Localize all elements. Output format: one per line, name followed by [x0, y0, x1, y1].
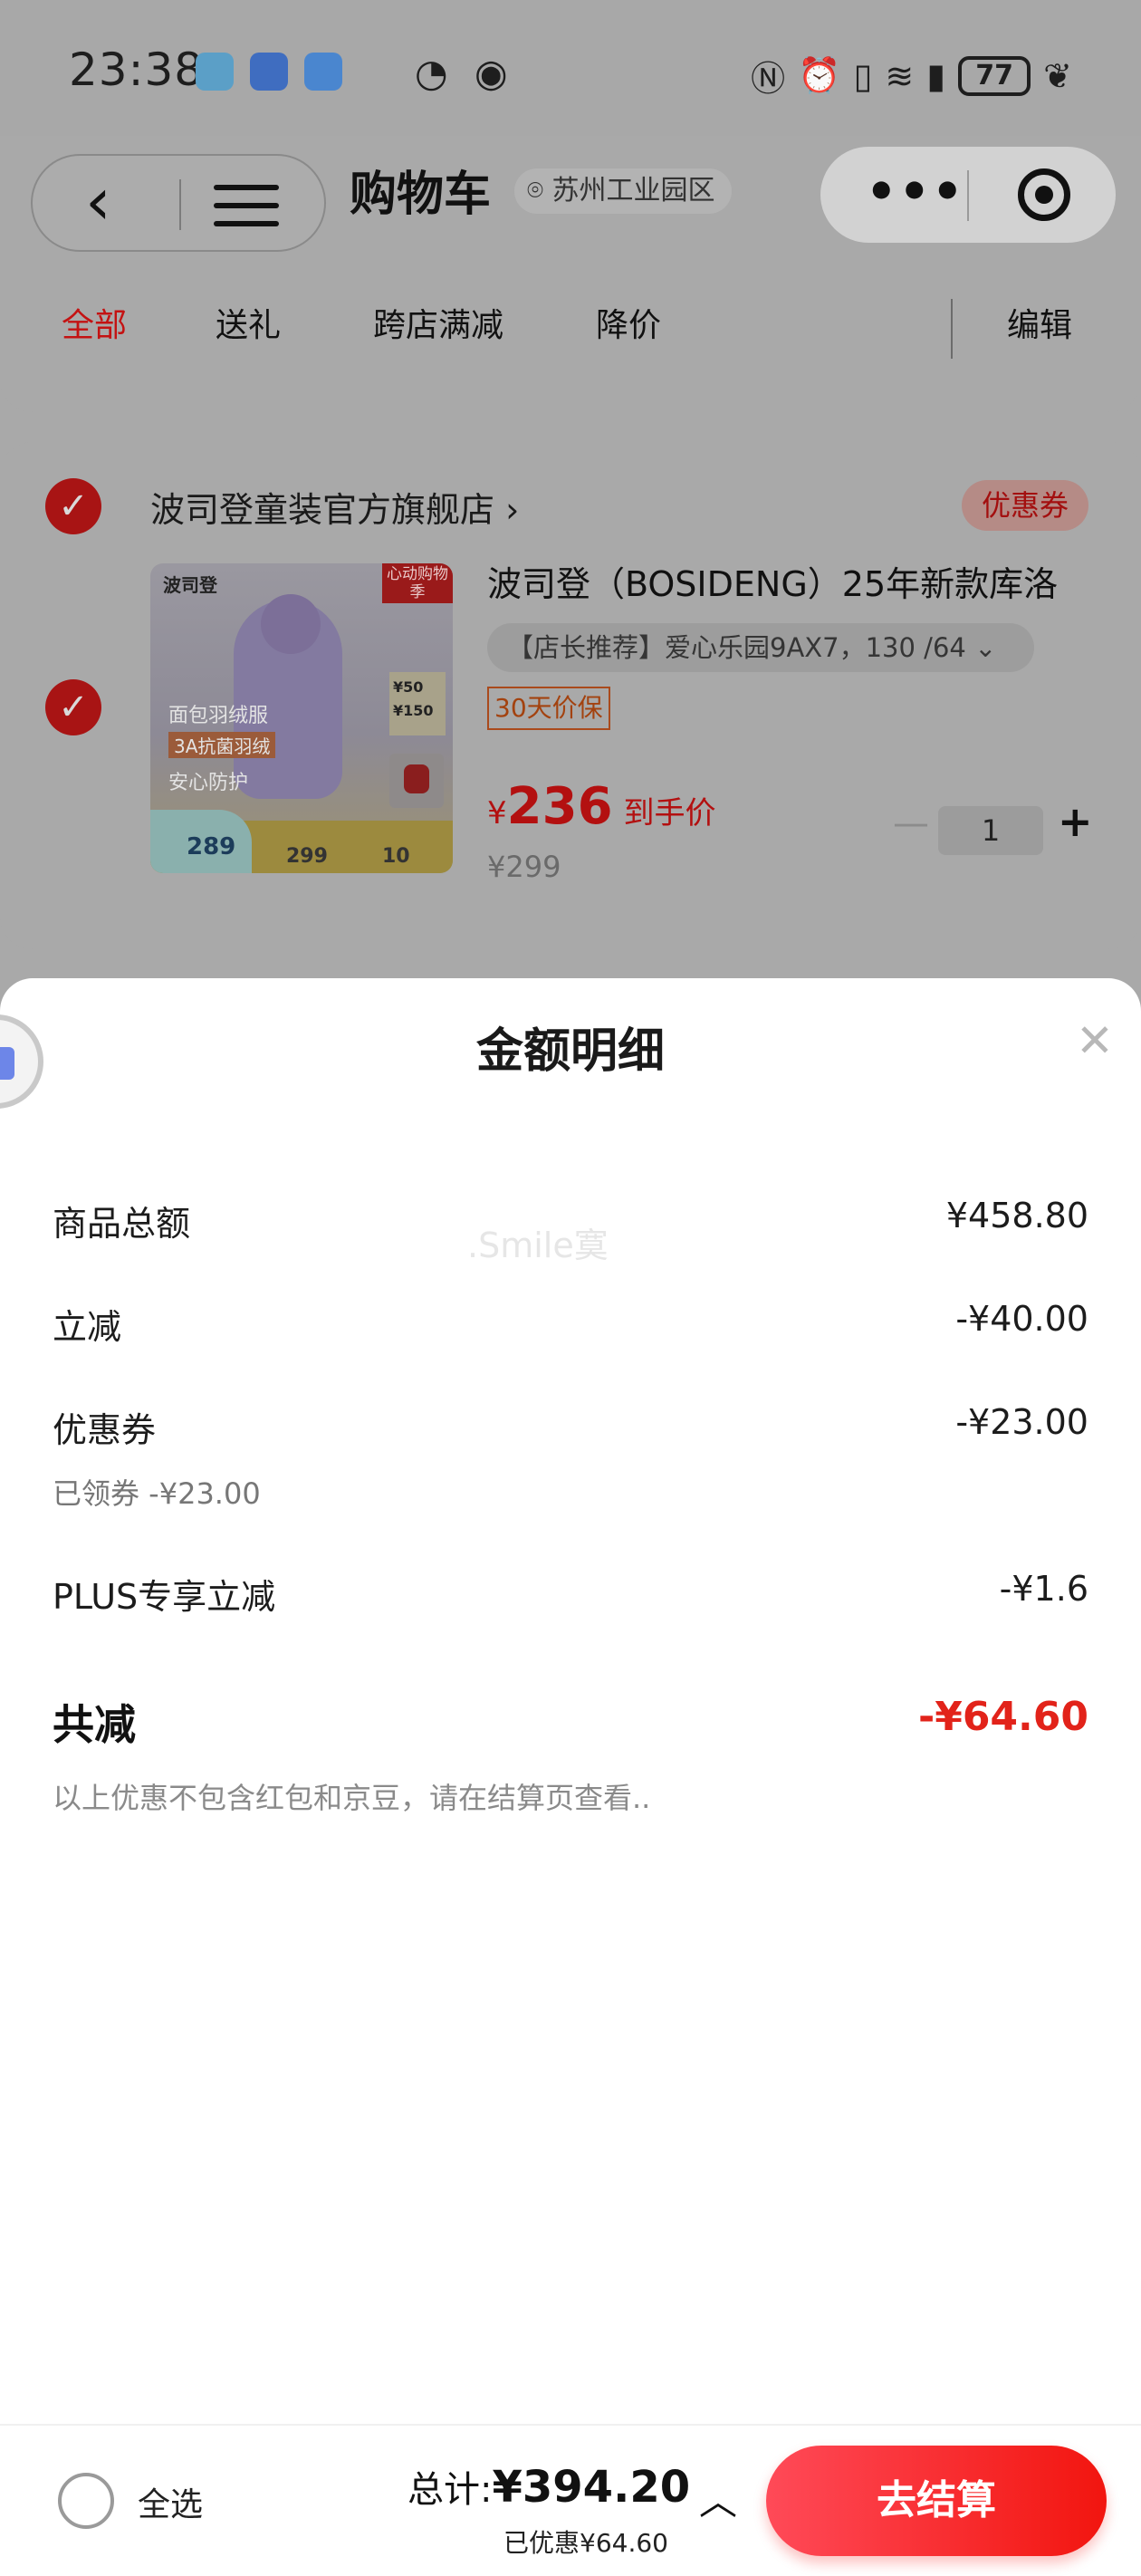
shop-name-link[interactable]: 波司登童装官方旗舰店 ›	[150, 482, 519, 532]
eye-icon: ◉	[475, 51, 508, 95]
image-price-a: 289	[150, 810, 252, 873]
final-price: ¥236 到手价	[487, 777, 716, 836]
image-tag-3: 安心防护	[168, 772, 249, 794]
tab-all[interactable]: 全部	[62, 299, 127, 346]
total-discount-label: 共减	[53, 1700, 136, 1749]
miniprogram-capsule: •••	[820, 147, 1116, 243]
status-right-icons: Ⓝ ⏰ ▯ ≋ ▮ 77 ❦	[751, 51, 1072, 101]
watermark-text: .Smile寞	[467, 1226, 609, 1265]
price-label: 到手价	[623, 795, 716, 831]
price-value: 236	[506, 777, 613, 836]
location-chip[interactable]: ⌾ 苏州工业园区	[514, 168, 732, 214]
image-price-c: 10	[382, 845, 410, 868]
amount-detail-sheet: 金额明细 ✕ .Smile寞 商品总额 ¥458.80 立减 -¥40.00 优…	[0, 978, 1141, 2424]
filter-divider	[951, 299, 953, 359]
quantity-increase-button[interactable]: +	[1058, 797, 1093, 846]
shop-card: ✓ 波司登童装官方旗舰店 › 优惠券 ✓ 波司登 心动购物季 面包羽绒服 3A抗…	[0, 442, 1141, 949]
total-amount: ¥394.20	[492, 2462, 691, 2513]
sheet-title: 金额明细	[475, 1024, 665, 1079]
chevron-up-icon[interactable]: ︿	[699, 2471, 737, 2526]
edit-button[interactable]: 编辑	[1007, 299, 1072, 346]
location-pin-icon: ⌾	[527, 175, 552, 207]
image-promo-badge: 心动购物季	[382, 563, 453, 603]
model-head	[261, 594, 321, 654]
image-brand-text: 波司登	[163, 574, 217, 596]
nfc-icon: Ⓝ	[751, 59, 786, 99]
row-plus-value: -¥1.6	[999, 1569, 1088, 1609]
row-instant-discount-value: -¥40.00	[955, 1299, 1088, 1339]
menu-icon-line	[214, 185, 279, 190]
close-icon[interactable]: ✕	[1076, 1018, 1114, 1063]
select-all-label[interactable]: 全选	[138, 2478, 203, 2525]
side-coupon-50: ¥50	[393, 678, 424, 696]
nav-divider	[179, 179, 181, 230]
nav-capsule: ‹	[31, 154, 326, 252]
image-side-coupons: ¥50 ¥150	[389, 672, 446, 735]
row-coupon-value: -¥23.00	[955, 1402, 1088, 1442]
close-miniprogram-button[interactable]	[1018, 168, 1070, 221]
leaf-icon: ❦	[1043, 55, 1072, 96]
total-discount-value: -¥64.60	[917, 1694, 1088, 1740]
tab-price-drop[interactable]: 降价	[596, 299, 661, 346]
image-tag-2: 3A抗菌羽绒	[168, 732, 276, 758]
menu-icon-line	[214, 221, 279, 226]
status-mid-icons: ◔ ◉	[415, 51, 508, 95]
total-prefix: 总计:	[408, 2469, 493, 2511]
battery-indicator: 77	[958, 55, 1031, 96]
total-price: 总计:¥394.20	[408, 2460, 690, 2513]
quantity-decrease-button[interactable]: —	[893, 803, 929, 844]
alarm-icon: ⏰	[798, 55, 841, 95]
tab-gift[interactable]: 送礼	[216, 299, 281, 346]
menu-button[interactable]	[214, 185, 279, 226]
side-coupon-150: ¥150	[393, 702, 434, 719]
row-instant-discount-label: 立减	[53, 1307, 122, 1347]
cart-header: ‹ 购物车 ⌾ 苏州工业园区 ••• 全部 送礼 跨店满减 降价 编辑	[0, 136, 1141, 412]
status-bar: 23:38 ◔ ◉ Ⓝ ⏰ ▯ ≋ ▮ 77 ❦	[0, 0, 1141, 136]
sku-selector[interactable]: 【店长推荐】爱心乐园9AX7，130 /64 ⌄	[487, 623, 1034, 672]
app-icon-2	[250, 53, 288, 91]
clock-icon: ◔	[415, 51, 448, 95]
product-image[interactable]: 波司登 心动购物季 面包羽绒服 3A抗菌羽绒 安心防护 ¥50 ¥150 289…	[150, 563, 453, 873]
app-icon-1	[196, 53, 234, 91]
price-currency: ¥	[487, 795, 507, 831]
wifi-6-icon: ≋	[885, 55, 915, 96]
select-all-checkbox[interactable]	[58, 2473, 114, 2529]
signal-icon: ▮	[926, 55, 946, 96]
row-coupon-sub: 已领券 -¥23.00	[53, 1476, 261, 1511]
tab-cross-store-discount[interactable]: 跨店满减	[373, 299, 503, 346]
coupon-tag[interactable]: 优惠券	[962, 480, 1088, 531]
vibrate-icon: ▯	[853, 55, 873, 96]
status-time: 23:38	[69, 43, 205, 96]
price-guarantee-badge: 30天价保	[487, 687, 610, 730]
row-plus-label: PLUS专享立减	[53, 1577, 276, 1617]
filter-tabs: 全部 送礼 跨店满减 降价 编辑	[0, 299, 1141, 371]
page-title: 购物车	[350, 168, 492, 222]
shop-checkbox[interactable]: ✓	[45, 478, 101, 534]
quantity-input[interactable]: 1	[938, 806, 1043, 855]
image-tag-1: 面包羽绒服	[168, 705, 269, 727]
row-subtotal-value: ¥458.80	[945, 1196, 1088, 1235]
row-subtotal-label: 商品总额	[53, 1204, 191, 1244]
product-checkbox[interactable]: ✓	[45, 679, 101, 735]
more-options-button[interactable]: •••	[866, 163, 965, 220]
app-icon-3	[304, 53, 342, 91]
product-title[interactable]: 波司登（BOSIDENG）25年新款库洛	[487, 556, 1112, 606]
discount-note: 以上优惠不包含红包和京豆，请在结算页查看..	[53, 1781, 651, 1815]
capsule-divider	[967, 170, 969, 221]
checkout-button[interactable]: 去结算	[766, 2446, 1107, 2556]
original-price: ¥299	[487, 850, 561, 884]
row-coupon-label: 优惠券	[53, 1410, 157, 1450]
color-swatch	[389, 754, 444, 808]
location-text: 苏州工业园区	[551, 175, 715, 207]
image-price-b: 299	[286, 845, 328, 868]
saved-amount: 已优惠¥64.60	[503, 2528, 668, 2558]
menu-icon-line	[214, 203, 279, 208]
back-button[interactable]: ‹	[85, 165, 111, 237]
checkout-bar: 全选 总计:¥394.20 已优惠¥64.60 ︿ 去结算	[0, 2424, 1141, 2576]
